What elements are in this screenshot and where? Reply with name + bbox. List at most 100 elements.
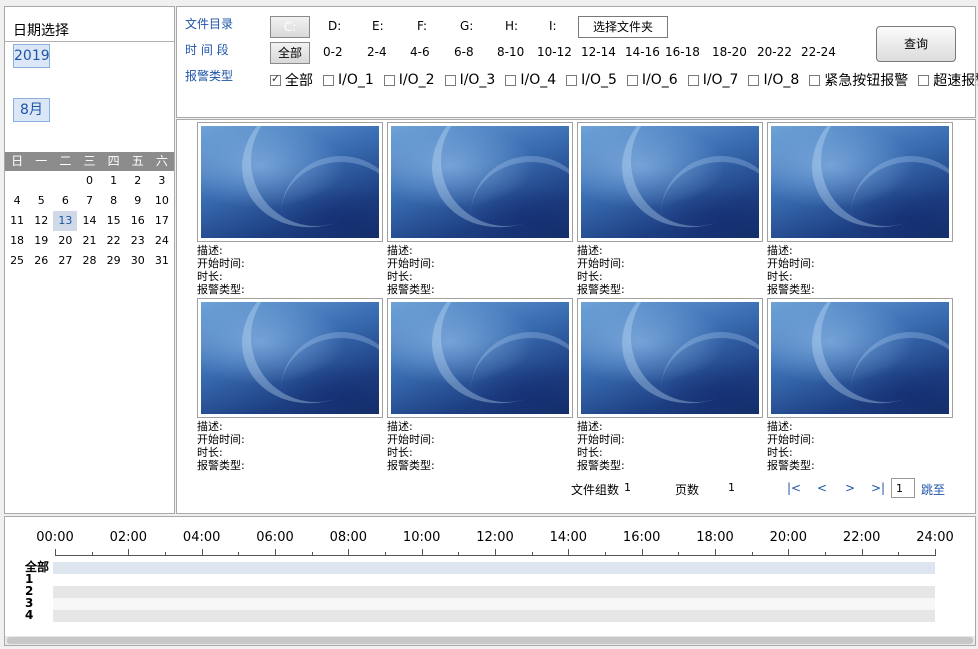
time-slot-14-16[interactable]: 14-16: [625, 45, 660, 59]
timeline-row-bar[interactable]: [53, 610, 935, 622]
calendar-day[interactable]: 12: [29, 211, 53, 231]
calendar-day[interactable]: 14: [77, 211, 101, 231]
time-slot-18-20[interactable]: 18-20: [712, 45, 747, 59]
select-folder-button[interactable]: 选择文件夹: [578, 16, 668, 38]
alarm-checkbox-item[interactable]: 全部: [270, 70, 313, 90]
video-thumbnail[interactable]: [197, 298, 383, 418]
calendar-day[interactable]: 6: [53, 191, 77, 211]
checkbox[interactable]: [444, 74, 456, 86]
time-slot-0-2[interactable]: 0-2: [323, 45, 343, 59]
calendar-day[interactable]: 0: [77, 171, 101, 191]
calendar-day[interactable]: 24: [150, 231, 174, 251]
time-slot-16-18[interactable]: 16-18: [665, 45, 700, 59]
time-slot-20-22[interactable]: 20-22: [757, 45, 792, 59]
calendar-day[interactable]: 9: [126, 191, 150, 211]
drive-d[interactable]: D:: [328, 19, 341, 33]
alarm-checkbox-item[interactable]: I/O_2: [383, 70, 435, 90]
alarm-checkbox-item[interactable]: 超速报警: [918, 70, 978, 90]
calendar-day[interactable]: 4: [5, 191, 29, 211]
goto-page-input[interactable]: 1: [891, 478, 915, 498]
timeline-row-bar[interactable]: [53, 574, 935, 586]
calendar-day[interactable]: 27: [53, 251, 77, 271]
calendar-day[interactable]: 23: [126, 231, 150, 251]
checkbox[interactable]: [809, 74, 821, 86]
calendar-day[interactable]: 19: [29, 231, 53, 251]
checkbox[interactable]: [748, 74, 760, 86]
checkbox[interactable]: [687, 74, 699, 86]
scrollbar-thumb[interactable]: [7, 637, 973, 644]
calendar-day[interactable]: 7: [77, 191, 101, 211]
time-slot-22-24[interactable]: 22-24: [801, 45, 836, 59]
first-page-link[interactable]: |<: [787, 481, 801, 495]
calendar-day[interactable]: 30: [126, 251, 150, 271]
video-thumbnail[interactable]: [767, 298, 953, 418]
time-slot-2-4[interactable]: 2-4: [367, 45, 387, 59]
calendar-day[interactable]: 17: [150, 211, 174, 231]
last-page-link[interactable]: >|: [871, 481, 885, 495]
calendar-day[interactable]: 18: [5, 231, 29, 251]
alarm-checkbox-item[interactable]: I/O_1: [323, 70, 374, 90]
calendar-day[interactable]: 11: [5, 211, 29, 231]
alarm-checkbox-item[interactable]: I/O_6: [626, 70, 678, 90]
video-thumbnail[interactable]: [577, 122, 763, 242]
calendar-day[interactable]: 1: [102, 171, 126, 191]
all-time-button[interactable]: 全部: [270, 42, 310, 64]
calendar-day[interactable]: 8: [102, 191, 126, 211]
calendar-day[interactable]: 25: [5, 251, 29, 271]
video-thumbnail[interactable]: [387, 122, 573, 242]
calendar-day[interactable]: 16: [126, 211, 150, 231]
calendar-day[interactable]: 22: [102, 231, 126, 251]
checkbox[interactable]: [383, 74, 395, 86]
year-button[interactable]: 2019: [13, 44, 50, 68]
drive-e[interactable]: E:: [372, 19, 384, 33]
checkbox[interactable]: [270, 72, 281, 86]
alarm-checkbox-item[interactable]: 紧急按钮报警: [809, 70, 908, 90]
calendar-day[interactable]: 29: [102, 251, 126, 271]
time-slot-12-14[interactable]: 12-14: [581, 45, 616, 59]
calendar-day[interactable]: 13: [53, 211, 78, 231]
calendar-day[interactable]: 31: [150, 251, 174, 271]
calendar-day[interactable]: 3: [150, 171, 174, 191]
calendar-day[interactable]: 20: [53, 231, 77, 251]
calendar-day[interactable]: 5: [29, 191, 53, 211]
checkbox[interactable]: [505, 74, 517, 86]
timeline-row-bar[interactable]: [53, 562, 935, 574]
drive-c-button[interactable]: C:: [270, 16, 310, 38]
time-slot-6-8[interactable]: 6-8: [454, 45, 474, 59]
prev-page-link[interactable]: <: [817, 481, 827, 495]
alarm-checkbox-item[interactable]: I/O_5: [566, 70, 617, 90]
timeline-row-bar[interactable]: [53, 586, 935, 598]
checkbox[interactable]: [323, 74, 334, 86]
alarm-checkbox-item[interactable]: I/O_4: [505, 70, 556, 90]
video-thumbnail[interactable]: [577, 298, 763, 418]
calendar-day[interactable]: 26: [29, 251, 53, 271]
calendar-day[interactable]: 21: [77, 231, 101, 251]
horizontal-scrollbar[interactable]: [5, 636, 975, 645]
calendar-day[interactable]: 10: [150, 191, 174, 211]
time-slot-10-12[interactable]: 10-12: [537, 45, 572, 59]
next-page-link[interactable]: >: [845, 481, 855, 495]
goto-page-link[interactable]: 跳至: [921, 483, 945, 497]
time-slot-4-6[interactable]: 4-6: [410, 45, 430, 59]
drive-f[interactable]: F:: [417, 19, 427, 33]
drive-h[interactable]: H:: [505, 19, 518, 33]
drive-i[interactable]: I:: [549, 19, 557, 33]
checkbox[interactable]: [626, 74, 638, 86]
calendar-day[interactable]: 15: [102, 211, 126, 231]
time-slot-8-10[interactable]: 8-10: [497, 45, 524, 59]
alarm-checkbox-item[interactable]: I/O_7: [687, 70, 738, 90]
video-thumbnail[interactable]: [197, 122, 383, 242]
checkbox[interactable]: [566, 74, 578, 86]
calendar-week: 25 26 27 28 29 30 31: [5, 251, 174, 271]
month-button[interactable]: 8月: [13, 98, 50, 122]
video-thumbnail[interactable]: [387, 298, 573, 418]
calendar-day[interactable]: 2: [126, 171, 150, 191]
checkbox[interactable]: [918, 74, 930, 86]
query-button[interactable]: 查询: [876, 26, 956, 62]
drive-g[interactable]: G:: [460, 19, 473, 33]
timeline-row-bar[interactable]: [53, 598, 935, 610]
alarm-checkbox-item[interactable]: I/O_8: [748, 70, 799, 90]
alarm-checkbox-item[interactable]: I/O_3: [444, 70, 495, 90]
calendar-day[interactable]: 28: [77, 251, 101, 271]
video-thumbnail[interactable]: [767, 122, 953, 242]
